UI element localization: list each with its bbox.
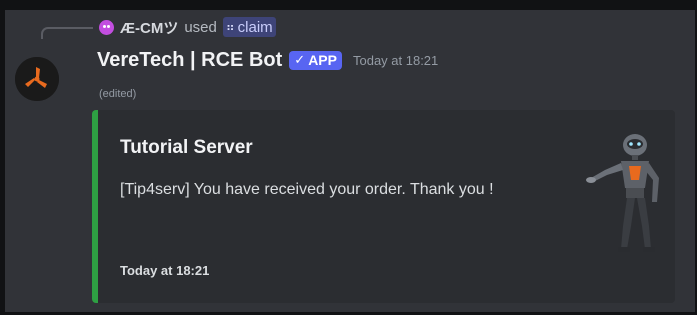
message-timestamp[interactable]: Today at 18:21 bbox=[353, 53, 438, 68]
discord-message-area: Æ-CMツ used ⠶ claim VereTech | RCE Bot ✓ … bbox=[5, 10, 695, 312]
reply-username[interactable]: Æ-CMツ bbox=[120, 17, 178, 38]
bot-avatar[interactable] bbox=[15, 57, 59, 101]
embed-thumbnail[interactable] bbox=[585, 132, 669, 254]
user-avatar-icon[interactable] bbox=[99, 19, 114, 35]
message-embed: Tutorial Server [Tip4serv] You have rece… bbox=[92, 110, 675, 303]
command-name: claim bbox=[237, 18, 273, 36]
command-mention[interactable]: ⠶ claim bbox=[222, 17, 276, 37]
bot-logo-icon bbox=[15, 57, 59, 101]
message-header: VereTech | RCE Bot ✓ APP Today at 18:21 bbox=[97, 47, 438, 73]
embed-title: Tutorial Server bbox=[120, 137, 253, 158]
reply-used-label: used bbox=[184, 18, 217, 36]
bot-author-name[interactable]: VereTech | RCE Bot bbox=[97, 49, 282, 72]
app-badge: ✓ APP bbox=[289, 50, 342, 70]
slash-command-icon: ⠶ bbox=[225, 20, 235, 34]
verified-check-icon: ✓ bbox=[294, 52, 306, 67]
embed-footer-timestamp: Today at 18:21 bbox=[120, 263, 210, 278]
app-badge-label: APP bbox=[308, 52, 337, 68]
reply-context[interactable]: Æ-CMツ used ⠶ claim bbox=[99, 16, 276, 38]
edited-label: (edited) bbox=[99, 88, 137, 100]
embed-description: [Tip4serv] You have received your order.… bbox=[120, 181, 494, 198]
reply-connector-line bbox=[41, 27, 93, 39]
robot-thumbnail-icon bbox=[586, 134, 659, 252]
